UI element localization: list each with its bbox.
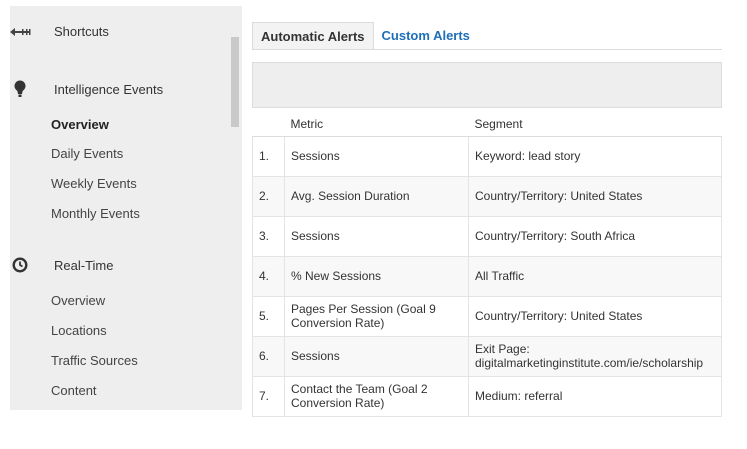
nav-real-time[interactable]: Real-Time [0,257,113,273]
tab-divider [252,49,722,50]
row-number: 4. [252,256,285,297]
tab-automatic-alerts[interactable]: Automatic Alerts [252,22,374,50]
nav-shortcuts[interactable]: Shortcuts [0,24,109,39]
header-segment[interactable]: Segment [468,113,722,137]
row-number: 6. [252,336,285,377]
nav-intelligence-events[interactable]: Intelligence Events [0,80,163,98]
alert-tabs: Automatic Alerts Custom Alerts [252,22,478,50]
row-metric: Avg. Session Duration [284,176,469,217]
tab-custom-alerts[interactable]: Custom Alerts [374,22,478,50]
nav-realtime-overview[interactable]: Overview [51,293,105,308]
row-number: 1. [252,136,285,177]
row-metric: Contact the Team (Goal 2 Conversion Rate… [284,376,469,417]
row-metric: Sessions [284,216,469,257]
row-segment: Exit Page: digitalmarketinginstitute.com… [468,336,722,377]
row-metric: Sessions [284,336,469,377]
row-segment: Keyword: lead story [468,136,722,177]
alerts-table: Metric Segment 1. Sessions Keyword: lead… [252,113,722,417]
clock-icon [0,257,40,273]
lightbulb-icon [0,80,40,98]
row-number: 7. [252,376,285,417]
row-metric: Sessions [284,136,469,177]
nav-traffic-sources[interactable]: Traffic Sources [51,353,138,368]
nav-real-time-label: Real-Time [54,257,114,273]
table-row[interactable]: 5. Pages Per Session (Goal 9 Conversion … [252,296,722,337]
table-header-row: Metric Segment [252,113,722,137]
row-segment: Country/Territory: United States [468,176,722,217]
table-row[interactable]: 1. Sessions Keyword: lead story [252,136,722,177]
row-segment: Country/Territory: United States [468,296,722,337]
nav-intelligence-overview[interactable]: Overview [51,117,109,132]
row-number: 2. [252,176,285,217]
row-number: 3. [252,216,285,257]
row-segment: All Traffic [468,256,722,297]
table-row[interactable]: 7. Contact the Team (Goal 2 Conversion R… [252,376,722,417]
table-row[interactable]: 3. Sessions Country/Territory: South Afr… [252,216,722,257]
header-metric[interactable]: Metric [284,113,469,137]
table-row[interactable]: 4. % New Sessions All Traffic [252,256,722,297]
nav-monthly-events[interactable]: Monthly Events [51,206,140,221]
table-row[interactable]: 2. Avg. Session Duration Country/Territo… [252,176,722,217]
nav-daily-events[interactable]: Daily Events [51,146,123,161]
nav-content[interactable]: Content [51,383,97,398]
row-number: 5. [252,296,285,337]
header-number [252,113,285,137]
row-metric: Pages Per Session (Goal 9 Conversion Rat… [284,296,469,337]
table-row[interactable]: 6. Sessions Exit Page: digitalmarketingi… [252,336,722,377]
nav-locations[interactable]: Locations [51,323,107,338]
nav-intelligence-events-label: Intelligence Events [54,81,164,97]
nav-weekly-events[interactable]: Weekly Events [51,176,137,191]
sidebar-scrollbar[interactable] [231,37,239,127]
table-toolbar [252,62,722,108]
row-segment: Medium: referral [468,376,722,417]
row-metric: % New Sessions [284,256,469,297]
nav-shortcuts-label: Shortcuts [54,24,109,39]
shortcuts-arrow-icon [0,27,40,37]
row-segment: Country/Territory: South Africa [468,216,722,257]
